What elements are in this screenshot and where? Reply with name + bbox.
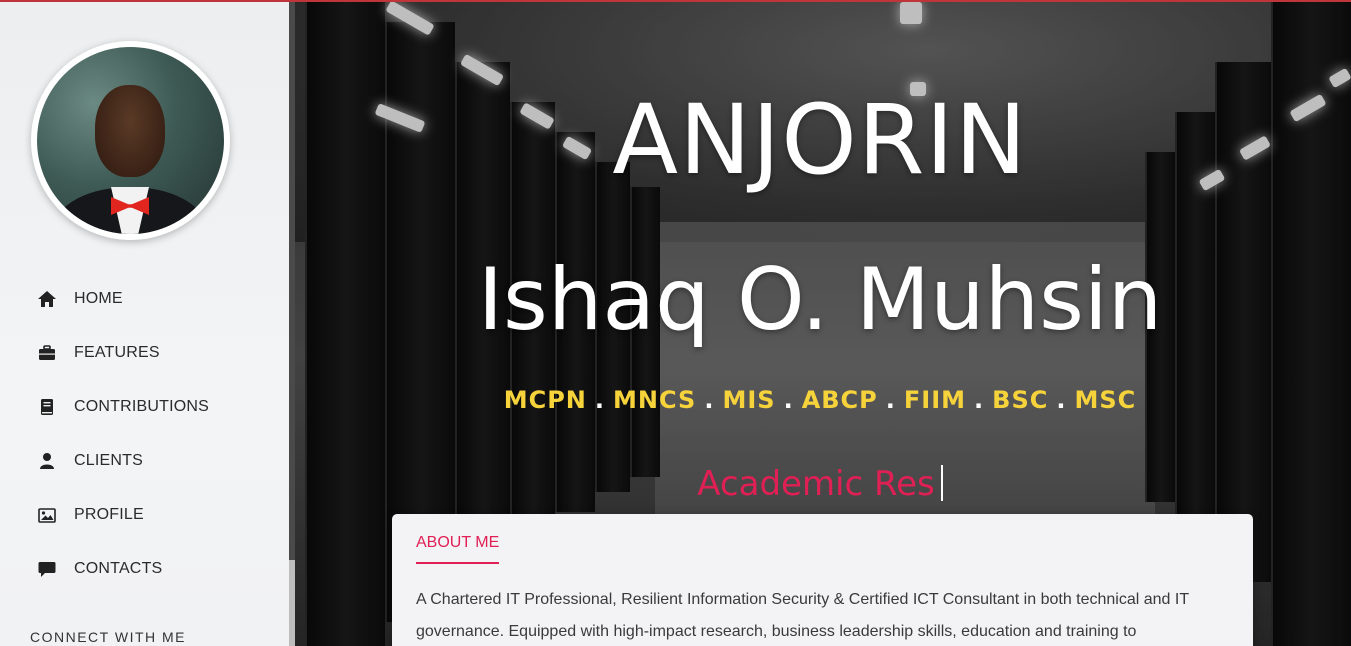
top-accent-line	[0, 0, 1351, 2]
nav-item-home[interactable]: HOME	[0, 272, 290, 326]
qualification: MIS	[722, 386, 776, 414]
nav-item-label: FEATURES	[74, 344, 160, 361]
qualification: ABCP	[801, 386, 878, 414]
avatar-photo	[37, 47, 224, 234]
home-icon	[36, 288, 58, 310]
sidebar-scrollbar[interactable]	[289, 0, 295, 646]
nav-item-contacts[interactable]: CONTACTS	[0, 542, 290, 596]
typing-caret	[940, 465, 943, 501]
qualification: MNCS	[613, 386, 697, 414]
nav-item-label: CONTRIBUTIONS	[74, 398, 210, 415]
nav-item-label: HOME	[74, 290, 123, 307]
connect-heading: CONNECT WITH ME	[30, 629, 187, 645]
about-card: ABOUT ME A Chartered IT Professional, Re…	[392, 514, 1253, 646]
scrollbar-thumb[interactable]	[289, 0, 295, 560]
hero-full-name: Ishaq O. Muhsin	[477, 250, 1163, 350]
sidebar: HOME FEATURES CONTRIBUTIONS CLIENTS PROF…	[0, 0, 290, 646]
hero-first-name: ANJORIN	[612, 84, 1028, 196]
nav-item-profile[interactable]: PROFILE	[0, 488, 290, 542]
qualifications: MCPN. MNCS. MIS. ABCP. FIIM. BSC. MSC	[503, 386, 1137, 414]
about-text: A Chartered IT Professional, Resilient I…	[416, 591, 1189, 640]
qualification: FIIM	[903, 386, 967, 414]
qualification: MSC	[1074, 386, 1137, 414]
nav-item-contributions[interactable]: CONTRIBUTIONS	[0, 380, 290, 434]
user-icon	[36, 450, 58, 472]
briefcase-icon	[36, 342, 58, 364]
sidebar-nav: HOME FEATURES CONTRIBUTIONS CLIENTS PROF…	[0, 272, 290, 596]
nav-item-features[interactable]: FEATURES	[0, 326, 290, 380]
nav-item-label: CONTACTS	[74, 560, 163, 577]
nav-item-clients[interactable]: CLIENTS	[0, 434, 290, 488]
qualification: MCPN	[503, 386, 587, 414]
typing-role-text: Academic Res	[295, 464, 1345, 504]
nav-item-label: CLIENTS	[74, 452, 143, 469]
avatar	[31, 41, 230, 240]
qualification: BSC	[992, 386, 1049, 414]
image-icon	[36, 504, 58, 526]
book-icon	[36, 396, 58, 418]
comment-icon	[36, 558, 58, 580]
about-title: ABOUT ME	[416, 534, 500, 564]
typing-text: Academic Res	[697, 464, 935, 504]
nav-item-label: PROFILE	[74, 506, 144, 523]
